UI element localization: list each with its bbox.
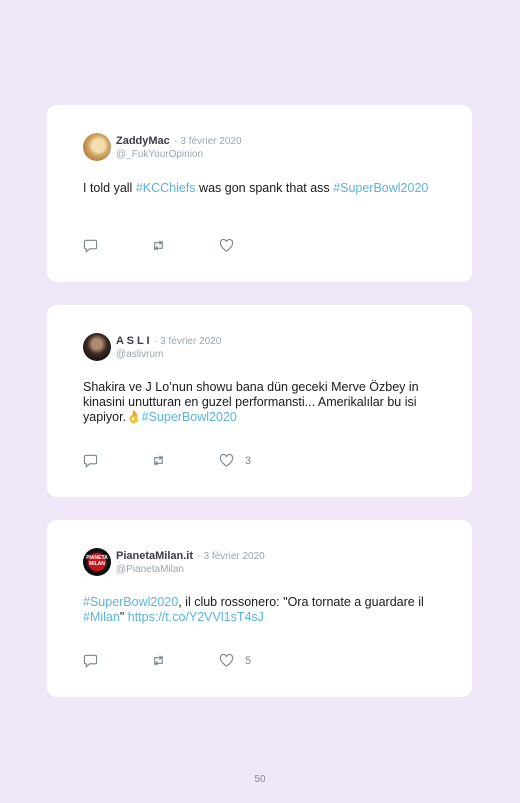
tweet-actions bbox=[83, 238, 287, 253]
like-count: 3 bbox=[245, 454, 252, 467]
hashtag-link[interactable]: #SuperBowl2020 bbox=[142, 410, 237, 424]
tweet-text: #SuperBowl2020, il club rossonero: "Ora … bbox=[83, 595, 442, 625]
tweet-card: PIANETA MILAN PianetaMilan.it · 3 févrie… bbox=[47, 520, 472, 697]
user-handle[interactable]: @aslivrum bbox=[116, 348, 221, 361]
text-segment: , il club rossonero: "Ora tornate a guar… bbox=[178, 595, 424, 609]
text-segment: Shakira ve J Lo’nun showu bana dün gecek… bbox=[83, 380, 419, 424]
retweet-button[interactable] bbox=[151, 238, 219, 253]
retweet-button[interactable] bbox=[151, 453, 219, 468]
tweet-date[interactable]: · 3 février 2020 bbox=[174, 136, 241, 147]
retweet-icon bbox=[154, 240, 163, 251]
heart-icon bbox=[219, 653, 234, 667]
tweet-date[interactable]: · 3 février 2020 bbox=[154, 336, 221, 347]
tweet-header: ZaddyMac · 3 février 2020 @_FukYourOpini… bbox=[83, 133, 242, 161]
text-segment: I told yall bbox=[83, 181, 136, 195]
heart-icon bbox=[219, 238, 234, 252]
user-name[interactable]: A S L I bbox=[116, 335, 150, 347]
tweet-header: A S L I · 3 février 2020 @aslivrum bbox=[83, 333, 221, 361]
tweet-card: ZaddyMac · 3 février 2020 @_FukYourOpini… bbox=[47, 105, 472, 282]
like-button[interactable]: 3 bbox=[219, 453, 287, 468]
user-handle[interactable]: @_FukYourOpinion bbox=[116, 148, 242, 161]
hashtag-link[interactable]: #Milan bbox=[83, 610, 120, 624]
text-segment: " bbox=[119, 610, 128, 624]
user-name[interactable]: ZaddyMac bbox=[116, 135, 170, 147]
tweet-actions: 3 bbox=[83, 453, 287, 468]
tweet-text: Shakira ve J Lo’nun showu bana dün gecek… bbox=[83, 380, 442, 425]
avatar[interactable]: PIANETA MILAN bbox=[83, 548, 111, 576]
text-segment: was gon spank that ass bbox=[195, 181, 334, 195]
hashtag-link[interactable]: #SuperBowl2020 bbox=[83, 595, 178, 609]
hashtag-link[interactable]: #KCChiefs bbox=[136, 181, 196, 195]
hashtag-link[interactable]: #SuperBowl2020 bbox=[333, 181, 428, 195]
reply-icon bbox=[83, 239, 98, 253]
user-name[interactable]: PianetaMilan.it bbox=[116, 550, 193, 562]
url-link[interactable]: https://t.co/Y2VVl1sT4sJ bbox=[128, 610, 264, 624]
reply-icon bbox=[83, 454, 98, 468]
like-button[interactable]: 5 bbox=[219, 653, 287, 668]
reply-button[interactable] bbox=[83, 238, 151, 253]
retweet-button[interactable] bbox=[151, 653, 219, 668]
reply-icon bbox=[83, 654, 98, 668]
user-handle[interactable]: @PianetaMilan bbox=[116, 563, 265, 576]
tweet-actions: 5 bbox=[83, 653, 287, 668]
reply-button[interactable] bbox=[83, 653, 151, 668]
avatar[interactable] bbox=[83, 133, 111, 161]
heart-icon bbox=[219, 453, 234, 467]
retweet-icon bbox=[154, 655, 163, 666]
retweet-icon bbox=[154, 455, 163, 466]
like-count: 5 bbox=[245, 654, 252, 667]
avatar[interactable] bbox=[83, 333, 111, 361]
tweet-header: PIANETA MILAN PianetaMilan.it · 3 févrie… bbox=[83, 548, 265, 576]
like-button[interactable] bbox=[219, 238, 287, 253]
page-number: 50 bbox=[254, 774, 266, 785]
tweet-date[interactable]: · 3 février 2020 bbox=[197, 551, 264, 562]
tweet-card: A S L I · 3 février 2020 @aslivrum Shaki… bbox=[47, 305, 472, 497]
reply-button[interactable] bbox=[83, 453, 151, 468]
avatar-logo-text: PIANETA MILAN bbox=[86, 555, 108, 567]
tweet-text: I told yall #KCChiefs was gon spank that… bbox=[83, 181, 442, 196]
